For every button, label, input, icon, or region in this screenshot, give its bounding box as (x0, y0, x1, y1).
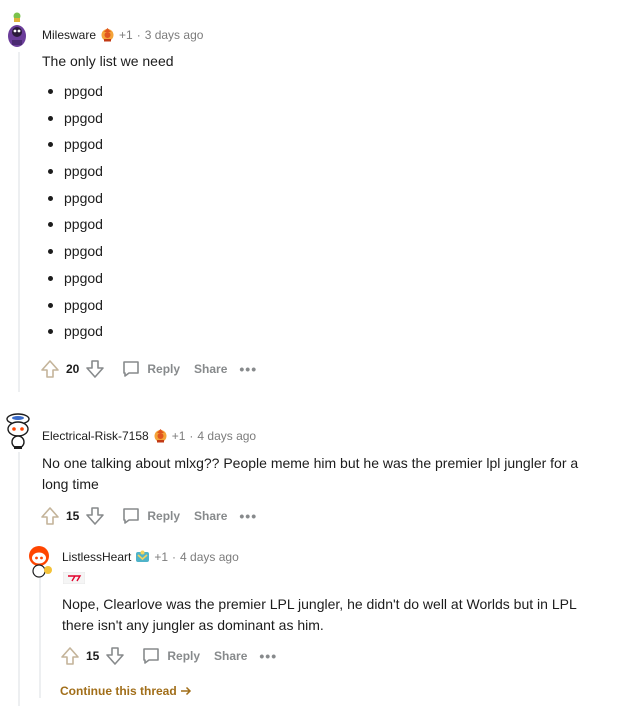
share-label: Share (214, 649, 248, 663)
comment-actions: 15 Reply Share ••• (40, 506, 257, 526)
arrow-right-icon (180, 686, 191, 696)
downvote-icon[interactable] (105, 646, 125, 666)
comment-icon (143, 648, 160, 664)
award-icon[interactable] (100, 27, 115, 42)
avatar[interactable] (6, 12, 34, 47)
vote-count: 15 (86, 649, 100, 663)
thread-line[interactable] (18, 452, 20, 706)
continue-thread-link[interactable]: Continue this thread (60, 684, 192, 698)
reply-button[interactable]: Reply (121, 359, 180, 379)
vote-count: 20 (66, 362, 80, 376)
thread-line[interactable] (39, 578, 41, 698)
comment-meta: Electrical-Risk-7158 +1 · 4 days ago (42, 428, 256, 443)
reply-button[interactable]: Reply (141, 646, 200, 666)
timestamp[interactable]: 4 days ago (180, 550, 239, 564)
more-options-icon[interactable]: ••• (259, 648, 277, 664)
reply-button[interactable]: Reply (121, 506, 180, 526)
upvote-icon[interactable] (60, 646, 80, 666)
list-item: ppgod (42, 131, 103, 158)
comment-actions: 20 Reply Share ••• (40, 359, 257, 379)
upvote-icon[interactable] (40, 506, 60, 526)
list-item: ppgod (42, 105, 103, 132)
reply-label: Reply (147, 509, 181, 523)
vote-count: 15 (66, 509, 80, 523)
downvote-icon[interactable] (85, 506, 105, 526)
continue-thread-label: Continue this thread (60, 684, 177, 698)
comment-body: Nope, Clearlove was the premier LPL jung… (62, 596, 577, 633)
share-button[interactable]: Share (194, 509, 227, 523)
avatar[interactable] (26, 544, 54, 578)
reply-label: Reply (167, 649, 201, 663)
more-options-icon[interactable]: ••• (239, 508, 257, 524)
score-delta: +1 (154, 549, 169, 564)
comment-actions: 15 Reply Share ••• (60, 646, 277, 666)
list-item: ppgod (42, 185, 103, 212)
comment-meta: ListlessHeart +1 · 4 days ago (62, 549, 239, 564)
award-icon[interactable] (135, 549, 150, 564)
thread-line[interactable] (18, 52, 20, 392)
timestamp[interactable]: 4 days ago (197, 429, 256, 443)
avatar[interactable] (4, 412, 32, 449)
list-item: ppgod (42, 265, 103, 292)
comment-list: ppgod ppgod ppgod ppgod ppgod ppgod ppgo… (42, 78, 103, 345)
list-item: ppgod (42, 318, 103, 345)
reply-label: Reply (147, 362, 181, 376)
comment-body: No one talking about mlxg?? People meme … (42, 455, 579, 492)
list-item: ppgod (42, 158, 103, 185)
score-delta: +1 (171, 428, 186, 443)
list-item: ppgod (42, 211, 103, 238)
list-item: ppgod (42, 292, 103, 319)
comment-icon (123, 361, 140, 377)
list-item: ppgod (42, 78, 103, 105)
downvote-icon[interactable] (85, 359, 105, 379)
user-flair-badge (62, 571, 86, 585)
share-label: Share (194, 509, 228, 523)
score-delta: +1 (119, 27, 133, 42)
separator: · (136, 27, 141, 42)
comment-icon (123, 508, 140, 524)
author-name[interactable]: Milesware (42, 28, 96, 42)
more-options-icon[interactable]: ••• (239, 361, 257, 377)
upvote-icon[interactable] (40, 359, 60, 379)
author-name[interactable]: ListlessHeart (62, 550, 131, 564)
separator: · (189, 428, 194, 443)
list-item: ppgod (42, 238, 103, 265)
share-button[interactable]: Share (194, 362, 227, 376)
share-button[interactable]: Share (214, 649, 247, 663)
award-icon[interactable] (153, 428, 168, 443)
separator: · (172, 549, 177, 564)
timestamp[interactable]: 3 days ago (145, 28, 204, 42)
share-label: Share (194, 362, 228, 376)
comment-meta: Milesware +1 · 3 days ago (42, 27, 203, 42)
author-name[interactable]: Electrical-Risk-7158 (42, 429, 149, 443)
comment-body: The only list we need (42, 53, 174, 69)
